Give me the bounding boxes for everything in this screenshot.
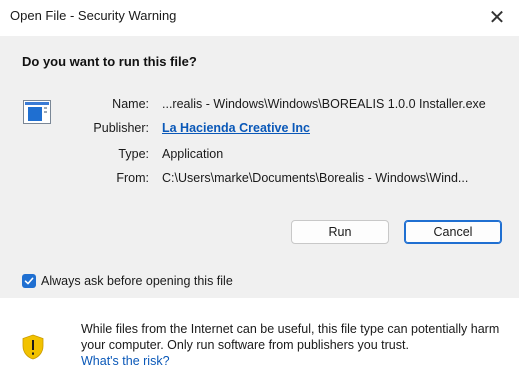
from-row: From: C:\Users\marke\Documents\Borealis … <box>0 171 519 189</box>
always-ask-option[interactable]: Always ask before opening this file <box>22 273 233 289</box>
name-value: ...realis - Windows\Windows\BOREALIS 1.0… <box>162 97 486 111</box>
title-bar: Open File - Security Warning ✕ <box>0 0 519 36</box>
name-label: Name: <box>112 97 149 111</box>
publisher-row: Publisher: La Hacienda Creative Inc <box>0 121 519 139</box>
run-button[interactable]: Run <box>291 220 389 244</box>
warning-message: While files from the Internet can be use… <box>81 321 511 369</box>
close-button[interactable]: ✕ <box>475 0 519 34</box>
always-ask-label: Always ask before opening this file <box>41 274 233 288</box>
warning-text: While files from the Internet can be use… <box>81 322 500 352</box>
window-title: Open File - Security Warning <box>10 8 177 23</box>
cancel-button[interactable]: Cancel <box>404 220 502 244</box>
question-heading: Do you want to run this file? <box>22 54 197 69</box>
from-label: From: <box>116 171 149 185</box>
security-warning-dialog: Open File - Security Warning ✕ Do you wa… <box>0 0 519 373</box>
from-value: C:\Users\marke\Documents\Borealis - Wind… <box>162 171 469 185</box>
type-row: Type: Application <box>0 147 519 165</box>
always-ask-checkbox[interactable] <box>22 274 36 288</box>
publisher-label: Publisher: <box>93 121 149 135</box>
dialog-body: Do you want to run this file? Name: ...r… <box>0 36 519 298</box>
checkmark-icon <box>24 277 34 285</box>
name-row: Name: ...realis - Windows\Windows\BOREAL… <box>0 97 519 115</box>
close-icon: ✕ <box>488 6 506 29</box>
type-value: Application <box>162 147 224 161</box>
whats-the-risk-link[interactable]: What's the risk? <box>81 353 511 369</box>
type-label: Type: <box>118 147 149 161</box>
warning-footer: While files from the Internet can be use… <box>0 298 519 373</box>
shield-warning-icon <box>22 334 44 360</box>
publisher-link[interactable]: La Hacienda Creative Inc <box>162 121 310 135</box>
